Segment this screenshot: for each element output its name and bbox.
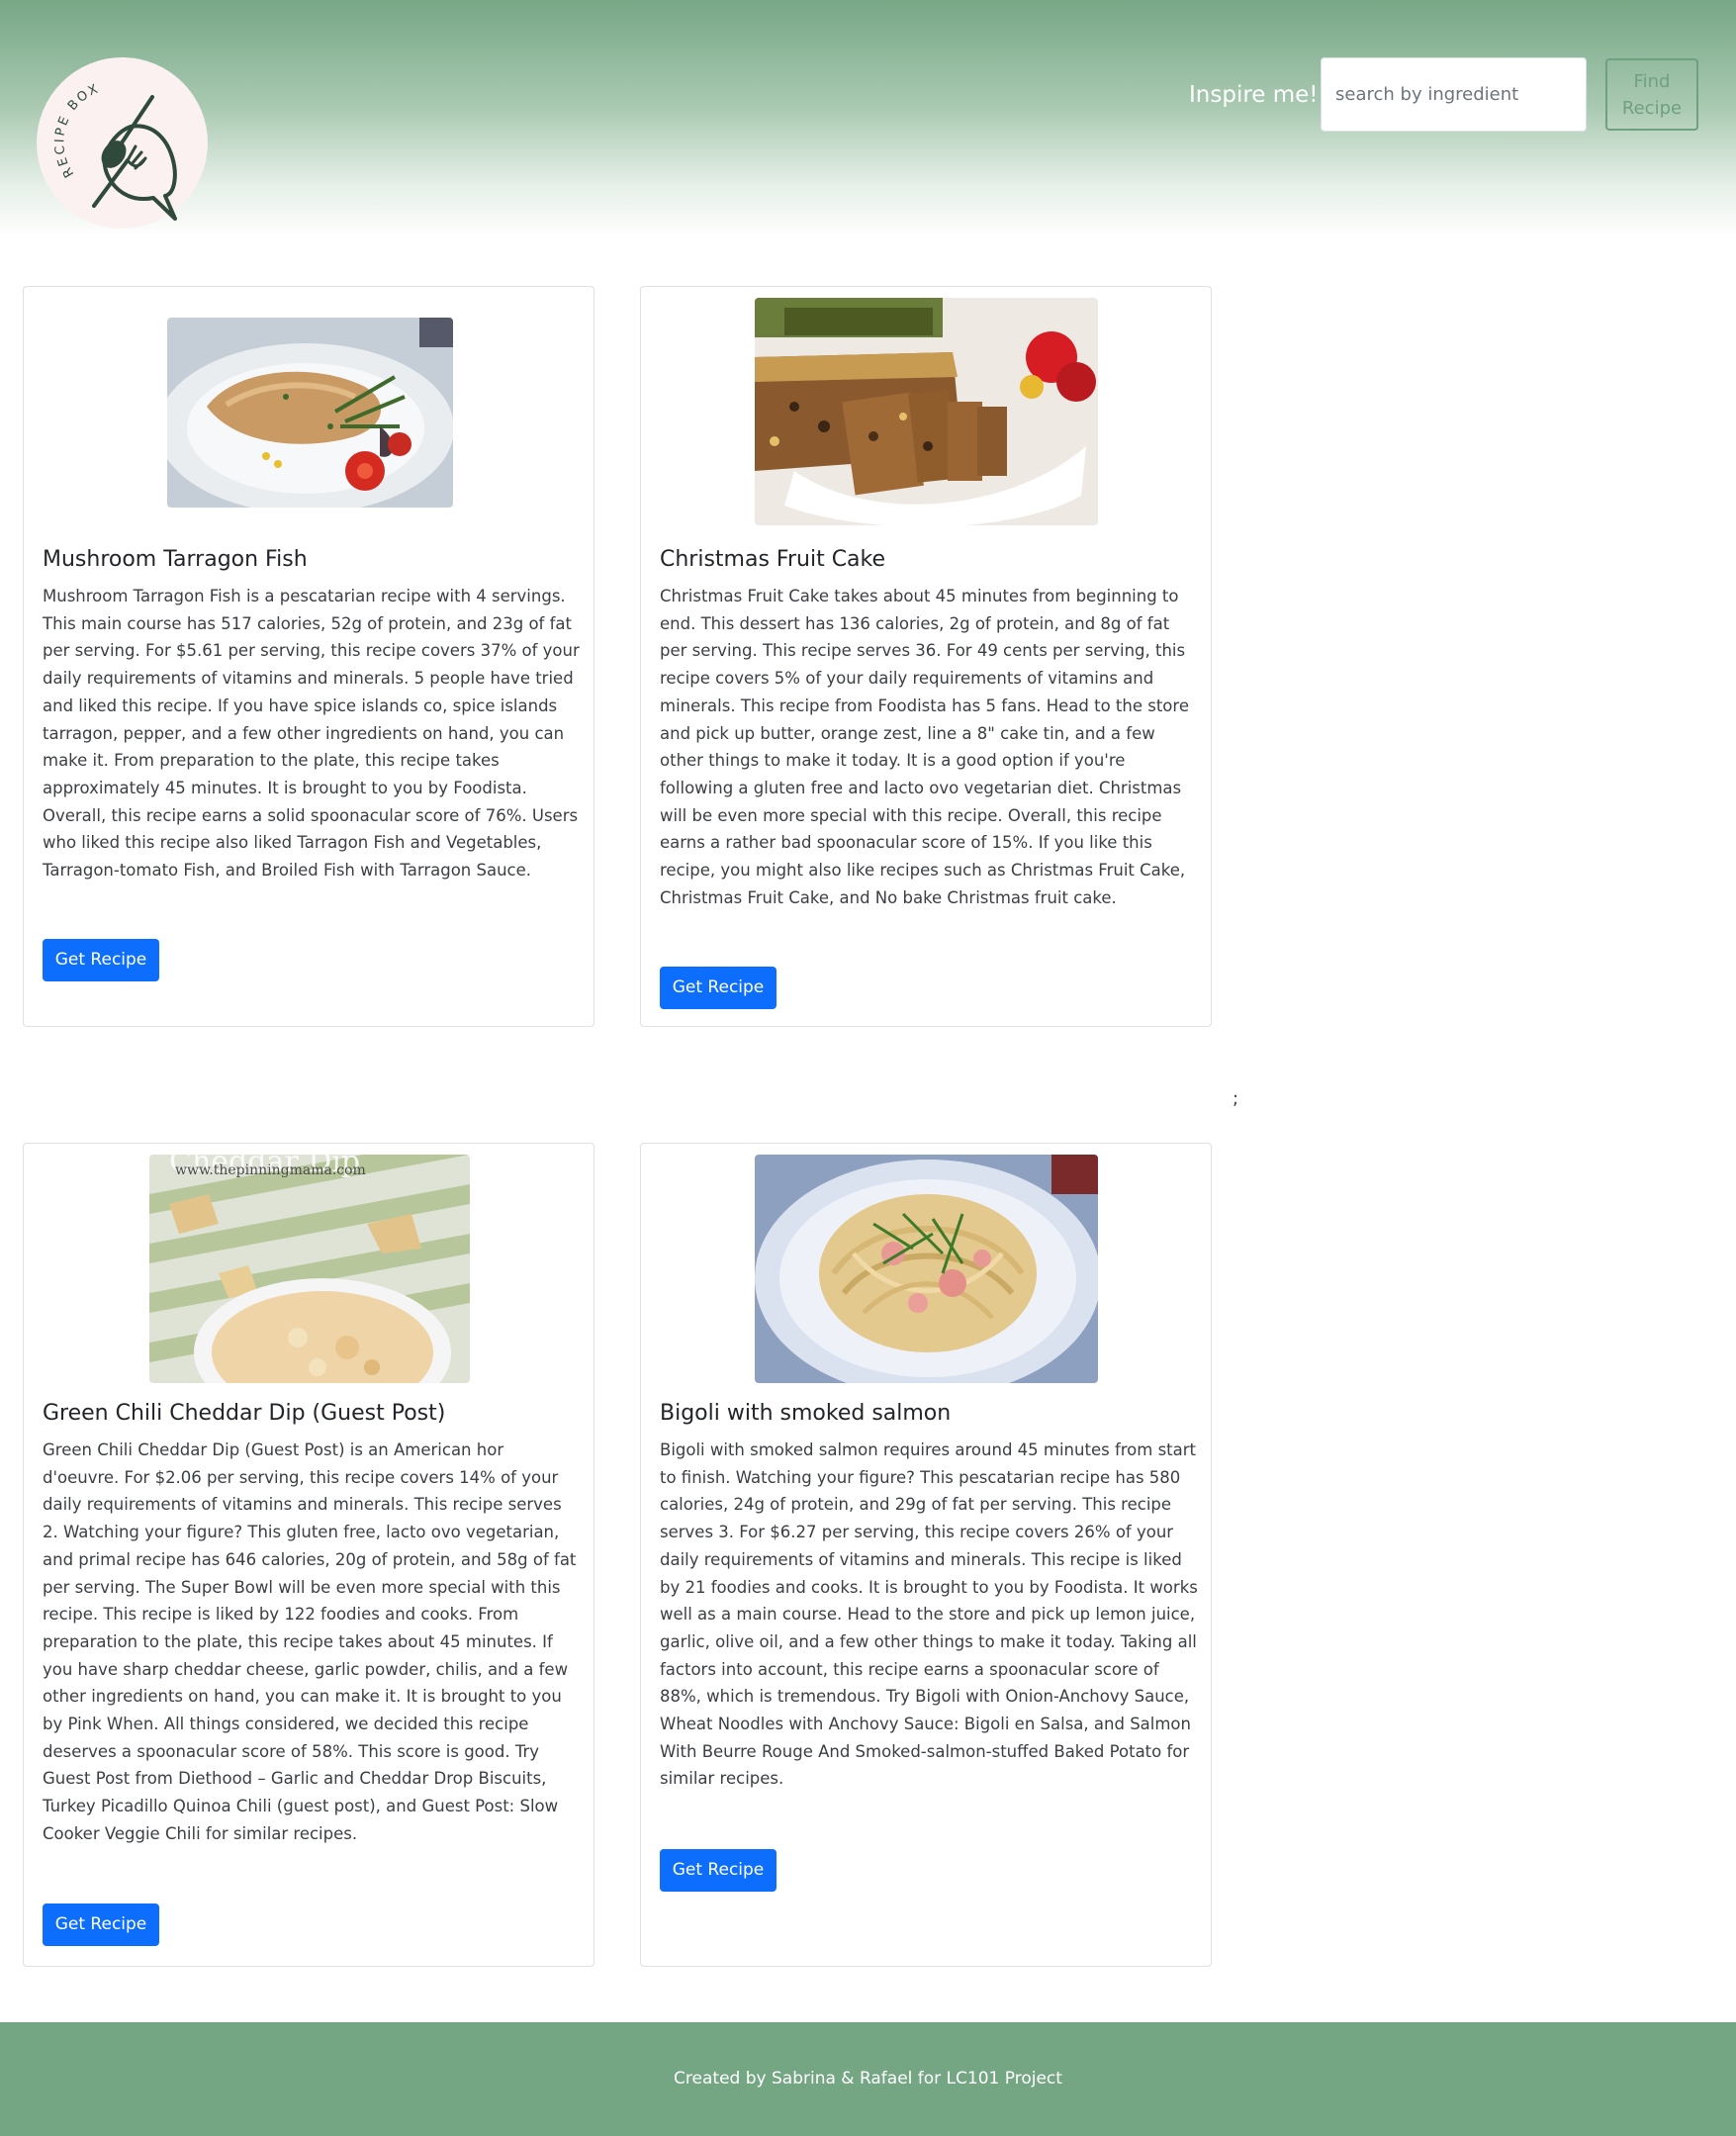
recipe-description: Green Chili Cheddar Dip (Guest Post) is …: [43, 1440, 577, 1843]
recipe-image-fruit-cake: [755, 298, 1098, 525]
recipe-title: Green Chili Cheddar Dip (Guest Post): [43, 1401, 446, 1426]
get-recipe-button[interactable]: Get Recipe: [660, 1849, 777, 1892]
recipe-card: Bigoli with smoked salmon Bigoli with sm…: [640, 1143, 1212, 1967]
footer-credits: Created by Sabrina & Rafael for LC101 Pr…: [674, 2069, 1062, 2089]
get-recipe-button[interactable]: Get Recipe: [43, 939, 159, 981]
recipe-card: Christmas Fruit Cake Christmas Fruit Cak…: [640, 286, 1212, 1027]
footer: Created by Sabrina & Rafael for LC101 Pr…: [0, 2022, 1736, 2136]
recipe-image-cheddar-dip: Cheddar Dip www.thepinningmama.com: [149, 1155, 470, 1383]
logo-text: RECIPE BOX: [52, 81, 100, 180]
recipe-title: Mushroom Tarragon Fish: [43, 547, 308, 572]
find-recipe-button[interactable]: Find Recipe: [1605, 58, 1698, 131]
header: RECIPE BOX Inspire me! Find Recipe: [0, 0, 1736, 237]
inspire-me-link[interactable]: Inspire me!: [1189, 79, 1319, 111]
recipe-title: Bigoli with smoked salmon: [660, 1401, 952, 1426]
svg-text:RECIPE BOX: RECIPE BOX: [52, 81, 102, 180]
get-recipe-button[interactable]: Get Recipe: [43, 1904, 159, 1946]
recipe-image-bigoli: [755, 1155, 1098, 1383]
recipe-description: Christmas Fruit Cake takes about 45 minu…: [660, 587, 1189, 907]
image-watermark-url: www.thepinningmama.com: [175, 1162, 366, 1178]
get-recipe-button[interactable]: Get Recipe: [660, 967, 777, 1009]
recipe-title: Christmas Fruit Cake: [660, 547, 886, 572]
recipe-description: Bigoli with smoked salmon requires aroun…: [660, 1440, 1198, 1789]
recipe-box-logo[interactable]: RECIPE BOX: [37, 57, 208, 229]
logo-icon: RECIPE BOX: [52, 81, 177, 221]
recipe-card: Mushroom Tarragon Fish Mushroom Tarragon…: [23, 286, 594, 1027]
recipe-image-fish: [167, 318, 453, 508]
stray-text: ;: [1233, 1088, 1239, 1109]
ingredient-search-input[interactable]: [1321, 57, 1587, 132]
recipe-card: Cheddar Dip www.thepinningmama.com Green…: [23, 1143, 594, 1967]
recipe-description: Mushroom Tarragon Fish is a pescatarian …: [43, 587, 580, 881]
